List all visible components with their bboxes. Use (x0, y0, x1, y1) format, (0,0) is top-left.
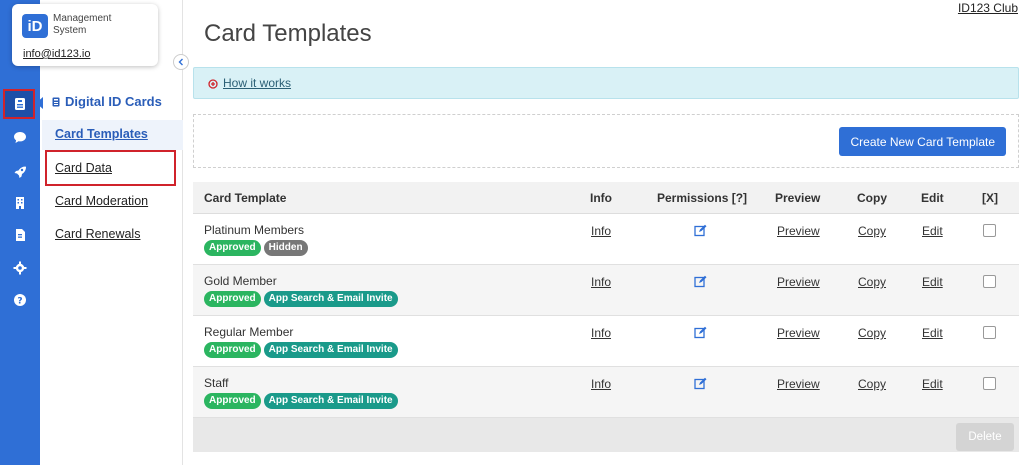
table-row: Staff Approved App Search & Email Invite In… (193, 367, 1019, 418)
chat-icon[interactable] (9, 126, 31, 148)
row-select-checkbox[interactable] (983, 326, 996, 339)
table-row: Regular Member Approved App Search & Email… (193, 316, 1019, 367)
copy-link[interactable]: Copy (858, 224, 886, 238)
card-templates-table: Card Template Info Permissions [?] Previ… (193, 182, 1019, 452)
sidebar-item-card-data[interactable]: Card Data (55, 161, 112, 175)
info-link[interactable]: Info (591, 326, 611, 340)
column-card-template: Card Template (204, 191, 287, 205)
edit-link[interactable]: Edit (922, 275, 943, 289)
plus-circle-icon (208, 79, 218, 89)
column-info: Info (590, 191, 612, 205)
sidebar-section-title: Digital ID Cards (52, 94, 162, 109)
edit-link[interactable]: Edit (922, 224, 943, 238)
icon-rail: ? (0, 0, 40, 465)
brand-name: Management System (53, 13, 112, 36)
building-icon[interactable] (9, 192, 31, 214)
gear-icon[interactable] (9, 257, 31, 279)
column-preview: Preview (775, 191, 821, 205)
edit-permissions-icon[interactable] (694, 326, 707, 339)
id-card-icon[interactable] (9, 93, 31, 115)
row-select-checkbox[interactable] (983, 377, 996, 390)
svg-text:?: ? (17, 296, 22, 306)
help-icon[interactable]: ? (9, 289, 31, 311)
copy-link[interactable]: Copy (858, 275, 886, 289)
brand-logo: iD (22, 14, 48, 38)
collapse-sidebar-button[interactable] (173, 54, 189, 70)
edit-permissions-icon[interactable] (694, 377, 707, 390)
sidebar-item-card-moderation[interactable]: Card Moderation (55, 194, 148, 208)
status-badge: Approved (204, 291, 261, 307)
info-link[interactable]: Info (591, 224, 611, 238)
column-permissions[interactable]: Permissions [?] (657, 191, 747, 205)
info-link[interactable]: Info (591, 377, 611, 391)
template-name: Gold Member (204, 274, 277, 288)
brand-card: iD Management System info@id123.io (12, 4, 158, 66)
copy-link[interactable]: Copy (858, 377, 886, 391)
active-pointer (36, 97, 43, 109)
badge-group: Approved App Search & Email Invite (204, 342, 398, 358)
rocket-icon[interactable] (9, 161, 31, 183)
badge-group: Approved Hidden (204, 240, 308, 256)
template-name: Regular Member (204, 325, 294, 339)
column-edit: Edit (921, 191, 944, 205)
sidebar-item-card-templates[interactable]: Card Templates (55, 127, 148, 141)
info-bar: How it works (193, 67, 1019, 99)
table-header: Card Template Info Permissions [?] Previ… (193, 182, 1019, 214)
status-badge: Hidden (263, 240, 308, 256)
edit-link[interactable]: Edit (922, 326, 943, 340)
preview-link[interactable]: Preview (777, 326, 820, 340)
action-box: Create New Card Template (193, 114, 1019, 168)
chevron-left-icon (178, 58, 183, 66)
template-name: Staff (204, 376, 229, 390)
status-badge: Approved (204, 240, 261, 256)
table-row: Platinum Members Approved Hidden Info Previe… (193, 214, 1019, 265)
row-select-checkbox[interactable] (983, 275, 996, 288)
template-name: Platinum Members (204, 223, 305, 237)
create-card-template-button[interactable]: Create New Card Template (839, 127, 1006, 156)
preview-link[interactable]: Preview (777, 224, 820, 238)
row-select-checkbox[interactable] (983, 224, 996, 237)
edit-permissions-icon[interactable] (694, 275, 707, 288)
status-badge: Approved (204, 342, 261, 358)
preview-link[interactable]: Preview (777, 275, 820, 289)
column-delete-select: [X] (982, 191, 998, 205)
edit-permissions-icon[interactable] (694, 224, 707, 237)
sidebar-item-card-renewals[interactable]: Card Renewals (55, 227, 140, 241)
status-badge: App Search & Email Invite (263, 342, 398, 358)
column-copy: Copy (857, 191, 887, 205)
status-badge: Approved (204, 393, 261, 409)
status-badge: App Search & Email Invite (263, 291, 398, 307)
document-icon[interactable] (9, 224, 31, 246)
preview-link[interactable]: Preview (777, 377, 820, 391)
info-link[interactable]: Info (591, 275, 611, 289)
table-footer: Delete (193, 418, 1019, 452)
club-link[interactable]: ID123 Club (958, 1, 1018, 15)
account-email-link[interactable]: info@id123.io (23, 48, 90, 60)
table-row: Gold Member Approved App Search & Email In… (193, 265, 1019, 316)
copy-link[interactable]: Copy (858, 326, 886, 340)
delete-button[interactable]: Delete (956, 423, 1014, 451)
status-badge: App Search & Email Invite (263, 393, 398, 409)
how-it-works-link[interactable]: How it works (223, 76, 291, 90)
badge-group: Approved App Search & Email Invite (204, 393, 398, 409)
badge-group: Approved App Search & Email Invite (204, 291, 398, 307)
edit-link[interactable]: Edit (922, 377, 943, 391)
id-card-icon (52, 97, 60, 106)
page-title: Card Templates (204, 20, 372, 47)
